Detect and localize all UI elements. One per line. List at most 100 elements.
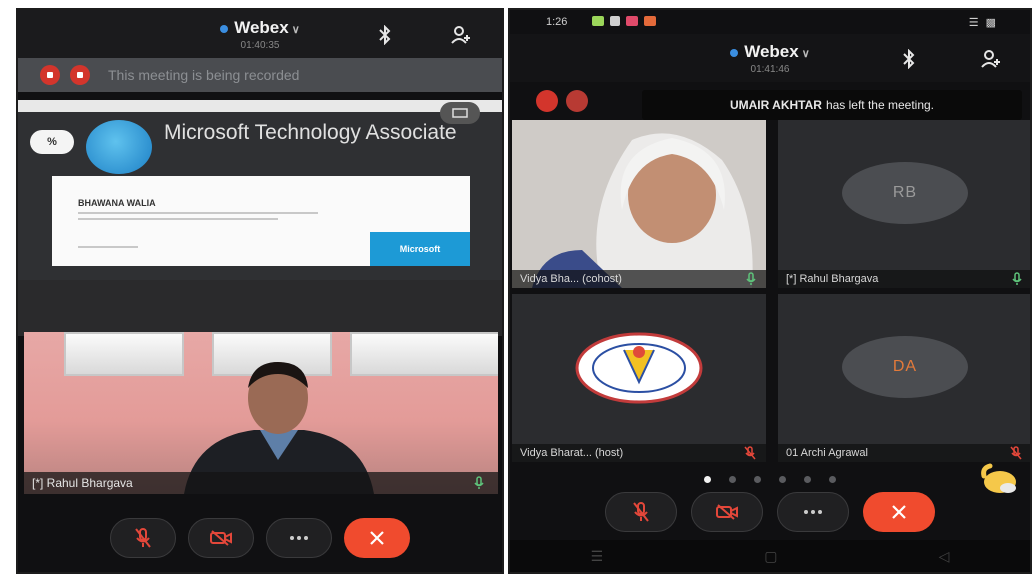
- app-title[interactable]: Webex ∨: [18, 18, 502, 38]
- page-dot[interactable]: [804, 476, 811, 483]
- back-icon[interactable]: ◁: [939, 548, 950, 565]
- video-button[interactable]: [188, 518, 254, 558]
- participant-name: Vidya Bharat... (host): [520, 447, 624, 459]
- notification-icon: [644, 16, 656, 26]
- avatar: DA: [842, 336, 968, 398]
- share-badge[interactable]: %: [30, 130, 74, 154]
- more-icon: [804, 510, 822, 514]
- shared-bottom: [18, 280, 502, 336]
- certificate: BHAWANA WALIA Microsoft: [52, 176, 470, 266]
- page-dot[interactable]: [754, 476, 761, 483]
- video-button[interactable]: [691, 492, 763, 532]
- bluetooth-icon[interactable]: [898, 48, 920, 70]
- mic-icon: [746, 272, 756, 288]
- video-tile[interactable]: RB [*] Rahul Bhargava: [778, 120, 1030, 288]
- tile-label: [*] Rahul Bhargava: [778, 270, 1030, 288]
- home-icon[interactable]: ▢: [764, 548, 777, 565]
- mute-button[interactable]: [605, 492, 677, 532]
- certificate-name: BHAWANA WALIA: [78, 198, 156, 208]
- end-call-button[interactable]: [344, 518, 410, 558]
- background-window: [64, 332, 184, 376]
- page-dot[interactable]: [829, 476, 836, 483]
- participant-name: [*] Rahul Bhargava: [786, 273, 879, 285]
- recording-indicator: [536, 90, 588, 112]
- more-button[interactable]: [777, 492, 849, 532]
- more-button[interactable]: [266, 518, 332, 558]
- participant-left-toast: UMAIR AKHTAR has left the meeting.: [642, 90, 1022, 120]
- signal-battery-icon: ☰ ▩: [968, 17, 998, 29]
- record-icon: [40, 65, 60, 85]
- participants-icon[interactable]: [980, 48, 1002, 70]
- notification-icon: [610, 16, 620, 26]
- mic-muted-icon: [1010, 446, 1022, 462]
- participant-name: 01 Archi Agrawal: [786, 447, 868, 459]
- left-phone-screen: Webex ∨ 01:40:35 This meeting is being re…: [16, 8, 504, 574]
- avatar: RB: [842, 162, 968, 224]
- webex-dot-icon: [220, 24, 229, 33]
- mta-logo: [86, 120, 152, 174]
- certificate-line: [78, 212, 318, 214]
- notification-icon: [592, 16, 604, 26]
- webex-dot-icon: [730, 48, 739, 57]
- shared-title: Microsoft Technology Associate: [164, 121, 457, 144]
- record-stop-icon: [70, 65, 90, 85]
- bluetooth-icon[interactable]: [374, 24, 396, 46]
- recording-banner: This meeting is being recorded: [18, 58, 502, 92]
- video-tile[interactable]: Vidya Bha... (cohost): [512, 120, 766, 288]
- page-indicator[interactable]: [510, 476, 1030, 483]
- mic-muted-icon: [744, 446, 756, 462]
- hand-wave-icon[interactable]: [978, 462, 1020, 496]
- meeting-header: Webex ∨ 01:41:46: [510, 34, 1030, 82]
- shared-toolbar: [18, 100, 502, 112]
- mute-button[interactable]: [110, 518, 176, 558]
- app-title-text: Webex: [234, 18, 289, 37]
- android-nav-bar: ☰ ▢ ◁: [510, 540, 1030, 572]
- certificate-line: [78, 218, 278, 220]
- meeting-header: Webex ∨ 01:40:35: [18, 10, 502, 58]
- participant-name: [*] Rahul Bhargava: [32, 476, 133, 490]
- tile-label: Vidya Bharat... (host): [512, 444, 766, 462]
- chevron-down-icon: ∨: [291, 24, 300, 36]
- video-tile[interactable]: Vidya Bharat... (host): [512, 294, 766, 462]
- chevron-down-icon: ∨: [801, 48, 810, 60]
- recents-icon[interactable]: ☰: [591, 548, 604, 565]
- meeting-timer: 01:40:35: [240, 40, 280, 51]
- mic-icon: [474, 476, 484, 493]
- more-icon: [290, 536, 308, 540]
- mic-icon: [1012, 272, 1022, 288]
- recording-text: This meeting is being recorded: [108, 67, 300, 83]
- shared-screen: % Microsoft Technology Associate BHAWANA…: [18, 100, 502, 336]
- meeting-timer: 01:41:46: [750, 64, 790, 75]
- status-time: 1:26: [546, 16, 568, 28]
- right-phone-screen: 1:26 ☰ ▩ Webex ∨ 01:41:46 UMAIR AKHTAR ha…: [508, 8, 1032, 574]
- page-dot[interactable]: [704, 476, 711, 483]
- page-dot[interactable]: [779, 476, 786, 483]
- status-bar: 1:26 ☰ ▩: [510, 10, 1030, 34]
- mic-muted-icon: [135, 528, 151, 548]
- notification-icon: [626, 16, 638, 26]
- video-off-icon: [210, 530, 232, 546]
- video-tile[interactable]: DA 01 Archi Agrawal: [778, 294, 1030, 462]
- participant-video: [512, 120, 766, 288]
- video-name-label: [*] Rahul Bhargava: [24, 472, 498, 494]
- microsoft-logo: Microsoft: [370, 232, 470, 266]
- record-stop-icon: [566, 90, 588, 112]
- notification-icons: [592, 16, 656, 26]
- page-dot[interactable]: [729, 476, 736, 483]
- video-off-icon: [716, 504, 738, 520]
- end-call-icon: [892, 505, 906, 519]
- host-logo: [575, 332, 703, 404]
- call-controls: [18, 518, 502, 558]
- record-icon: [536, 90, 558, 112]
- toast-name: UMAIR AKHTAR: [729, 98, 822, 112]
- tile-label: 01 Archi Agrawal: [778, 444, 1030, 462]
- participants-icon[interactable]: [450, 24, 472, 46]
- active-speaker-video[interactable]: [*] Rahul Bhargava: [24, 332, 498, 494]
- call-controls: [510, 492, 1030, 532]
- toast-message: has left the meeting.: [825, 98, 935, 112]
- app-title-text: Webex: [744, 42, 799, 61]
- tile-label: Vidya Bha... (cohost): [512, 270, 766, 288]
- app-title[interactable]: Webex ∨: [510, 42, 1030, 62]
- end-call-icon: [370, 531, 384, 545]
- end-call-button[interactable]: [863, 492, 935, 532]
